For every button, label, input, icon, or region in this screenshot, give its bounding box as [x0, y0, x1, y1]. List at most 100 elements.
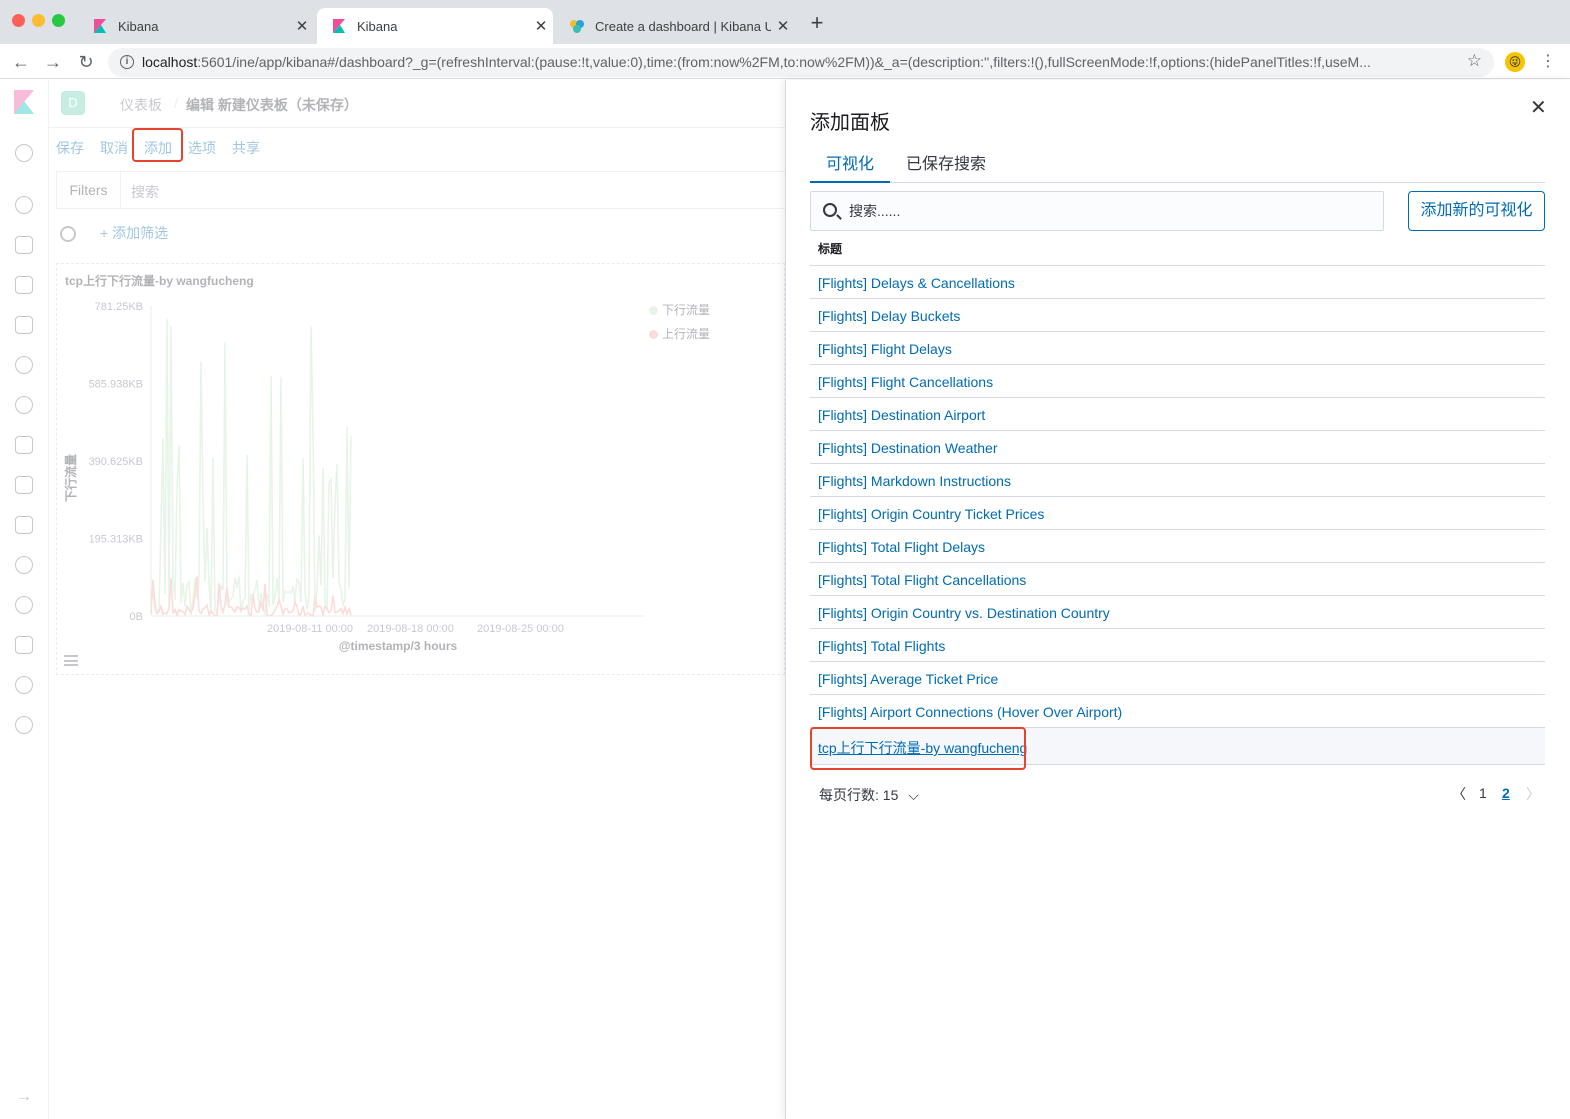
list-item[interactable]: [Flights] Destination Weather	[810, 431, 1545, 464]
filter-settings-gear-icon[interactable]	[60, 226, 76, 242]
list-item[interactable]: [Flights] Average Ticket Price	[810, 662, 1545, 695]
list-item-link[interactable]: [Flights] Airport Connections (Hover Ove…	[818, 704, 1122, 720]
y-tick-label: 781.25KB	[95, 301, 143, 313]
legend-item-download[interactable]: 下行流量	[649, 301, 710, 318]
next-page-icon[interactable]: 〉	[1526, 784, 1540, 804]
list-item[interactable]: [Flights] Destination Airport	[810, 398, 1545, 431]
list-item-link[interactable]: [Flights] Total Flight Delays	[818, 539, 985, 555]
browser-tab-3[interactable]: Create a dashboard | Kibana U ✕	[555, 8, 795, 44]
previous-page-icon[interactable]: 〈	[1452, 784, 1466, 804]
rows-per-page-select[interactable]: 每页行数: 15 ⌵	[819, 785, 919, 805]
close-icon[interactable]: ✕	[1530, 98, 1547, 118]
list-item-link[interactable]: [Flights] Destination Weather	[818, 440, 998, 456]
list-item-link[interactable]: [Flights] Markdown Instructions	[818, 473, 1011, 489]
list-item-link[interactable]: [Flights] Average Ticket Price	[818, 671, 998, 687]
kibana-app: → D 仪表板 / 编辑 新建仪表板（未保存） 保存 取消 添加 选项 共享 F…	[0, 80, 785, 1119]
address-bar[interactable]: i localhost:5601/ine/app/kibana#/dashboa…	[108, 48, 1494, 77]
page-1-link[interactable]: 1	[1479, 785, 1487, 801]
dashboard-icon[interactable]	[15, 276, 33, 294]
browser-tab-2[interactable]: Kibana ✕	[317, 8, 553, 44]
monitoring-icon[interactable]	[15, 676, 33, 694]
list-item-link[interactable]: [Flights] Origin Country Ticket Prices	[818, 506, 1044, 522]
list-item[interactable]: [Flights] Flight Delays	[810, 332, 1545, 365]
page-2-link[interactable]: 2	[1502, 785, 1510, 801]
ml-icon[interactable]	[15, 396, 33, 414]
column-header-title[interactable]: 标题	[818, 240, 842, 257]
share-menu-item[interactable]: 共享	[232, 138, 260, 158]
list-item[interactable]: [Flights] Origin Country vs. Destination…	[810, 596, 1545, 629]
list-item[interactable]: [Flights] Delays & Cancellations	[810, 266, 1545, 299]
logs-icon[interactable]	[15, 476, 33, 494]
space-avatar[interactable]: D	[61, 91, 85, 115]
breadcrumb-dashboard[interactable]: 仪表板	[120, 95, 162, 115]
graph-icon[interactable]	[15, 596, 33, 614]
tab-saved-searches[interactable]: 已保存搜索	[906, 150, 986, 183]
back-button[interactable]: ←	[10, 51, 32, 73]
close-tab-icon[interactable]: ✕	[290, 17, 314, 35]
list-item[interactable]: [Flights] Airport Connections (Hover Ove…	[810, 695, 1545, 728]
close-window-button[interactable]	[12, 14, 25, 27]
query-search-input[interactable]: 搜索	[131, 182, 159, 202]
save-menu-item[interactable]: 保存	[56, 138, 84, 158]
minimize-window-button[interactable]	[32, 14, 45, 27]
tab-visualizations[interactable]: 可视化	[810, 150, 891, 183]
dev-tools-icon[interactable]	[15, 636, 33, 654]
browser-menu-icon[interactable]: ⋮	[1540, 52, 1556, 72]
visualize-icon[interactable]	[15, 236, 33, 254]
list-item[interactable]: [Flights] Total Flight Delays	[810, 530, 1545, 563]
profile-avatar[interactable]: 😜	[1505, 52, 1525, 72]
close-tab-icon[interactable]: ✕	[771, 17, 795, 35]
options-menu-item[interactable]: 选项	[188, 138, 216, 158]
add-panel-flyout: ✕ 添加面板 可视化 已保存搜索 添加新的可视化 标题 [Flights] De…	[785, 80, 1570, 1119]
expand-nav-icon[interactable]: →	[16, 1088, 32, 1106]
cancel-menu-item[interactable]: 取消	[100, 138, 128, 158]
list-item-link[interactable]: [Flights] Destination Airport	[818, 407, 985, 423]
tab-title: Create a dashboard | Kibana U	[595, 18, 771, 34]
forward-button[interactable]: →	[42, 51, 64, 73]
list-item-link[interactable]: [Flights] Delays & Cancellations	[818, 275, 1015, 291]
browser-tab-1[interactable]: Kibana ✕	[78, 8, 314, 44]
list-item-link[interactable]: [Flights] Origin Country vs. Destination…	[818, 605, 1110, 621]
management-gear-icon[interactable]	[15, 716, 33, 734]
infrastructure-icon[interactable]	[15, 436, 33, 454]
filters-label[interactable]: Filters	[57, 172, 121, 208]
list-item-link[interactable]: [Flights] Total Flight Cancellations	[818, 572, 1026, 588]
browser-tab-strip: Kibana ✕ Kibana ✕ Create a dashboard | K…	[0, 0, 1570, 44]
list-item[interactable]: [Flights] Markdown Instructions	[810, 464, 1545, 497]
reload-button[interactable]: ↻	[75, 51, 97, 73]
y-tick-label: 195.313KB	[89, 534, 143, 546]
list-item[interactable]: [Flights] Total Flight Cancellations	[810, 563, 1545, 596]
search-input[interactable]	[849, 200, 1369, 222]
uptime-icon[interactable]	[15, 556, 33, 574]
close-tab-icon[interactable]: ✕	[529, 17, 553, 35]
recent-icon[interactable]	[15, 144, 33, 162]
list-item[interactable]: [Flights] Flight Cancellations	[810, 365, 1545, 398]
list-item-link[interactable]: [Flights] Total Flights	[818, 638, 945, 654]
canvas-icon[interactable]	[15, 316, 33, 334]
y-tick-label: 390.625KB	[89, 456, 143, 468]
flyout-tabs: 可视化 已保存搜索	[810, 142, 1545, 183]
list-item[interactable]: [Flights] Total Flights	[810, 629, 1545, 662]
url-text[interactable]: localhost:5601/ine/app/kibana#/dashboard…	[142, 54, 1452, 70]
list-item-link[interactable]: [Flights] Delay Buckets	[818, 308, 960, 324]
x-tick-label: 2019-08-25 00:00	[477, 623, 564, 635]
kibana-logo-icon[interactable]	[14, 90, 34, 114]
maximize-window-button[interactable]	[52, 14, 65, 27]
apm-icon[interactable]	[15, 516, 33, 534]
maps-icon[interactable]	[15, 356, 33, 374]
add-new-visualization-button[interactable]: 添加新的可视化	[1408, 191, 1545, 231]
breadcrumb-separator: /	[174, 95, 178, 111]
inspect-list-icon[interactable]	[64, 655, 78, 666]
url-host: localhost	[142, 54, 198, 70]
legend-item-upload[interactable]: 上行流量	[649, 325, 710, 342]
info-icon[interactable]: i	[120, 55, 134, 69]
search-field[interactable]	[810, 191, 1384, 231]
list-item-link[interactable]: [Flights] Flight Delays	[818, 341, 952, 357]
bookmark-star-icon[interactable]: ☆	[1467, 51, 1482, 71]
new-tab-button[interactable]: +	[806, 12, 828, 34]
list-item[interactable]: [Flights] Origin Country Ticket Prices	[810, 497, 1545, 530]
discover-icon[interactable]	[15, 196, 33, 214]
add-filter-link[interactable]: + 添加筛选	[100, 223, 168, 243]
list-item-link[interactable]: [Flights] Flight Cancellations	[818, 374, 993, 390]
list-item[interactable]: [Flights] Delay Buckets	[810, 299, 1545, 332]
